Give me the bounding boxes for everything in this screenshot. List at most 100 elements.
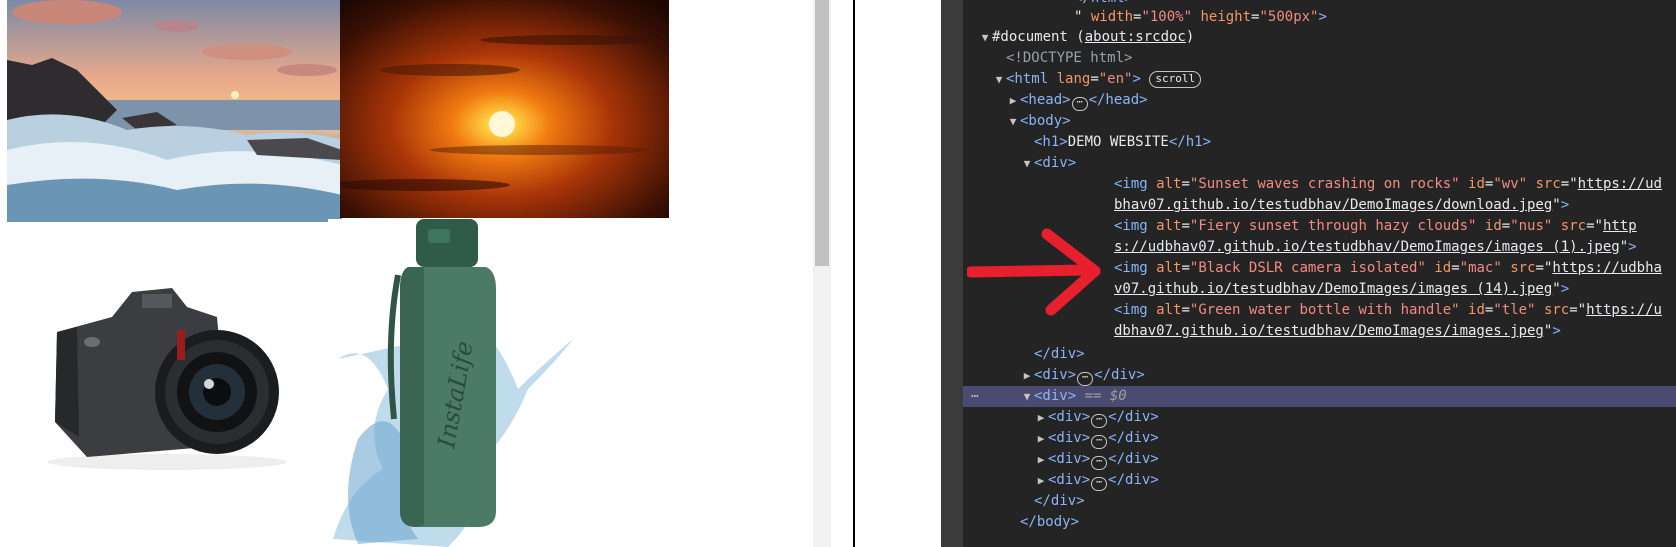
collapse-triangle-icon[interactable]: ▶ <box>1035 470 1047 491</box>
dom-attr-value: "nus" <box>1510 218 1553 234</box>
dom-attr-name: width <box>1090 9 1134 25</box>
collapse-triangle-icon[interactable]: ▶ <box>1035 449 1047 470</box>
expand-triangle-icon[interactable]: ▼ <box>1007 111 1019 132</box>
dom-node-head[interactable]: ▶ <head> ⋯ </head> <box>963 90 1676 111</box>
dom-tag: </div> <box>1034 346 1085 362</box>
pane-gap <box>831 0 853 547</box>
collapse-triangle-icon[interactable]: ▶ <box>1007 90 1019 111</box>
dom-node-img-nus[interactable]: <img alt="Fiery sunset through hazy clou… <box>963 216 1676 258</box>
dom-attr-value: "en" <box>1098 71 1133 87</box>
ellipsis-icon[interactable]: ⋯ <box>1091 456 1108 470</box>
dom-tag: </div> <box>1108 451 1159 467</box>
dom-node-child-div-2[interactable]: ▶ <div> ⋯ </div> <box>963 428 1676 449</box>
ellipsis-icon[interactable]: ⋯ <box>1077 372 1094 386</box>
image-green-water-bottle[interactable]: InstaLife <box>328 219 580 547</box>
dom-tag: <img <box>1114 260 1148 276</box>
dom-attr-name: height <box>1200 9 1252 25</box>
dom-attr-name: src <box>1535 176 1561 192</box>
dom-tag: </h1> <box>1168 134 1212 150</box>
ellipsis-icon[interactable]: ⋯ <box>1071 97 1088 111</box>
image-fiery-sunset[interactable] <box>340 0 669 218</box>
scroll-badge[interactable]: scroll <box>1149 71 1202 88</box>
dom-node-html[interactable]: ▼ <html lang="en"> scroll <box>963 69 1676 90</box>
collapse-triangle-icon[interactable]: ▶ <box>1035 428 1047 449</box>
dom-tag: </head> <box>1088 92 1148 108</box>
dom-node-document[interactable]: ▼ #document (about:srcdoc) <box>963 27 1676 48</box>
dom-attr-value: "100%" <box>1141 9 1193 25</box>
page-scrollbar-thumb[interactable] <box>815 0 829 266</box>
dom-node-body[interactable]: ▼ <body> <box>963 111 1676 132</box>
dom-tag: <head> <box>1020 92 1071 108</box>
dom-attr-name: id <box>1468 302 1485 318</box>
dom-tag: </div> <box>1034 493 1085 509</box>
dom-tag: </div> <box>1094 367 1145 383</box>
ellipsis-icon[interactable]: ⋯ <box>1091 435 1108 449</box>
dom-tag: <img <box>1114 218 1148 234</box>
dom-selection-var: $0 <box>1109 388 1127 404</box>
dom-tag: <div> <box>1048 472 1091 488</box>
dom-tag: <h1> <box>1034 134 1068 150</box>
dom-tag: > <box>1132 71 1141 87</box>
dom-tag: <div> <box>1048 451 1091 467</box>
expand-triangle-icon[interactable]: ▼ <box>1021 386 1033 407</box>
dom-text: DEMO WEBSITE <box>1067 134 1169 150</box>
collapse-triangle-icon[interactable]: ▶ <box>1021 365 1033 386</box>
dom-node-child-div-1[interactable]: ▶ <div> ⋯ </div> <box>963 407 1676 428</box>
dom-node-div-selected[interactable]: ⋯ ▼ <div> == $0 <box>963 386 1676 407</box>
dom-node-img-mac[interactable]: <img alt="Black DSLR camera isolated" id… <box>963 258 1676 300</box>
image-sunset-waves[interactable] <box>7 0 342 222</box>
dom-attr-value: "mac" <box>1459 260 1502 276</box>
dom-tag: <img <box>1114 302 1148 318</box>
dom-node-body-close[interactable]: </body> <box>963 512 1676 533</box>
dom-attr-value: "Black DSLR camera isolated" <box>1189 260 1426 276</box>
dom-attr-value: "Green water bottle with handle" <box>1189 302 1460 318</box>
dom-tag: </div> <box>1108 430 1159 446</box>
dom-node-child-div-4[interactable]: ▶ <div> ⋯ </div> <box>963 470 1676 491</box>
dom-tag: > <box>1560 281 1570 297</box>
dom-attr-name: id <box>1484 218 1502 234</box>
expand-triangle-icon[interactable]: ▼ <box>993 69 1005 90</box>
expand-triangle-icon[interactable]: ▼ <box>979 27 991 48</box>
dom-attr-name: alt <box>1156 218 1182 234</box>
dom-node-div-collapsed[interactable]: ▶ <div> ⋯ </div> <box>963 365 1676 386</box>
dom-attr-value: "wv" <box>1493 176 1528 192</box>
dom-attr-value: "Fiery sunset through hazy clouds" <box>1189 218 1477 234</box>
collapse-triangle-icon[interactable]: ▶ <box>1035 407 1047 428</box>
dom-tag: <div> <box>1034 388 1077 404</box>
more-options-icon[interactable]: ⋯ <box>971 386 979 407</box>
dom-attr-value: "Sunset waves crashing on rocks" <box>1189 176 1460 192</box>
expand-triangle-icon[interactable]: ▼ <box>1021 153 1033 174</box>
ellipsis-icon[interactable]: ⋯ <box>1091 414 1108 428</box>
devtools-edge-panel <box>941 0 963 547</box>
dom-node-selected-div-close[interactable]: </div> <box>963 491 1676 512</box>
dom-node-h1[interactable]: <h1>DEMO WEBSITE</h1> <box>963 132 1676 153</box>
ellipsis-icon[interactable]: ⋯ <box>1091 477 1108 491</box>
srcdoc-link[interactable]: about:srcdoc <box>1085 29 1186 45</box>
dom-node-iframe-attrs[interactable]: " width="100%" height="500px"> <box>963 7 1676 28</box>
dom-tag: > <box>1318 9 1327 25</box>
dom-tag: </div> <box>1108 472 1159 488</box>
dom-tag: <img <box>1114 176 1148 192</box>
dom-attr-value: "500px" <box>1259 9 1319 25</box>
page-scrollbar-track[interactable] <box>813 0 831 547</box>
dom-tag: > <box>1552 323 1561 339</box>
dom-attr-name: src <box>1543 302 1570 318</box>
dom-tag: > <box>1560 197 1570 213</box>
dom-selection-marker: == <box>1076 388 1110 404</box>
dom-tag: <div> <box>1034 367 1077 383</box>
dom-attr-value: "tle" <box>1493 302 1536 318</box>
dom-node-doctype[interactable]: <!DOCTYPE html> <box>963 48 1676 69</box>
devtools-elements-panel: </html> " width="100%" height="500px"> ▼… <box>963 0 1676 547</box>
dom-tag: <div> <box>1048 430 1091 446</box>
dom-tag: > <box>1628 239 1637 255</box>
image-dslr-camera[interactable] <box>7 222 307 482</box>
dom-attr-name: lang <box>1056 71 1091 87</box>
dom-attr-name: id <box>1468 176 1485 192</box>
dom-node-img-tle[interactable]: <img alt="Green water bottle with handle… <box>963 300 1676 342</box>
dom-tag: </div> <box>1108 409 1159 425</box>
dom-node-div-close[interactable]: </div> <box>963 344 1676 365</box>
dom-node-div-images[interactable]: ▼ <div> <box>963 153 1676 174</box>
dom-node-img-wv[interactable]: <img alt="Sunset waves crashing on rocks… <box>963 174 1676 216</box>
dom-doctype: <!DOCTYPE html> <box>1006 50 1133 66</box>
dom-node-child-div-3[interactable]: ▶ <div> ⋯ </div> <box>963 449 1676 470</box>
